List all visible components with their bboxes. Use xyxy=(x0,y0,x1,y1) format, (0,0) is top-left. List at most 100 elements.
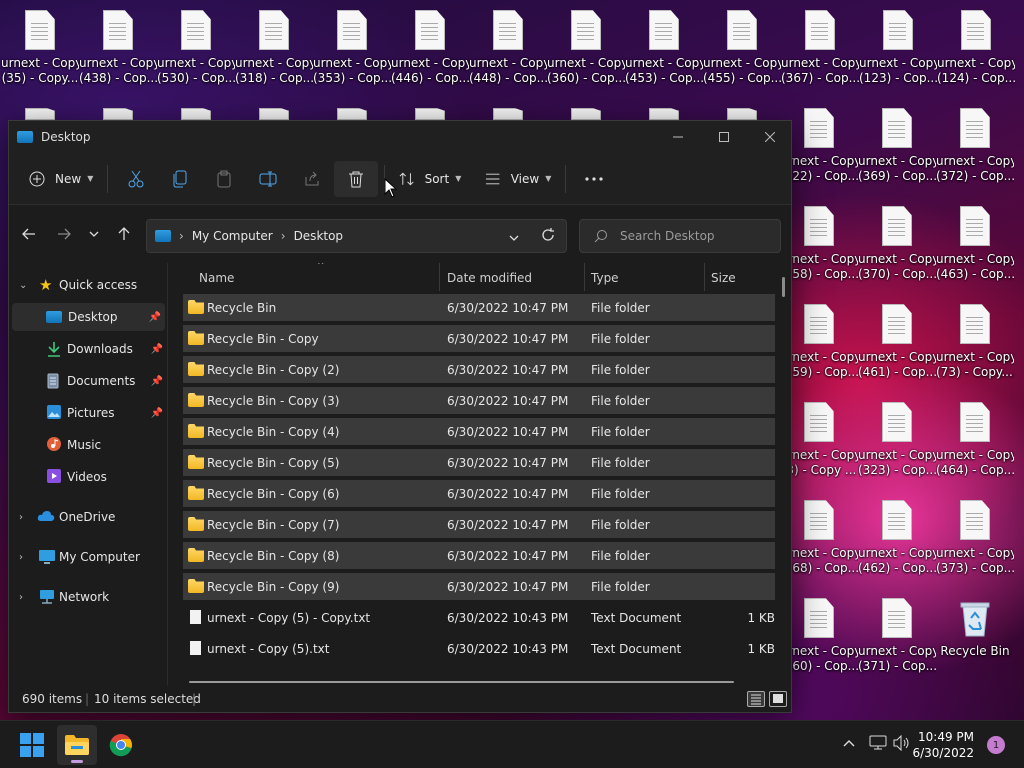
sidebar-item-music[interactable]: Music xyxy=(9,431,167,459)
desktop-icon-text-file[interactable]: urnext - Copy (448) - Cop... xyxy=(469,2,547,98)
chevron-right-icon[interactable]: › xyxy=(19,552,23,563)
pin-icon[interactable]: 📌 xyxy=(149,312,161,323)
sidebar-item-videos[interactable]: Videos xyxy=(9,463,167,491)
volume-icon[interactable] xyxy=(893,734,911,755)
pane-divider[interactable] xyxy=(167,263,168,685)
chevron-right-icon[interactable]: › xyxy=(19,592,23,603)
desktop-icon-text-file[interactable] xyxy=(313,100,391,120)
sort-button[interactable]: Sort ▼ xyxy=(391,161,469,197)
pin-icon[interactable]: 📌 xyxy=(151,376,163,387)
table-row[interactable]: Recycle Bin - Copy (8) 6/30/2022 10:47 PM… xyxy=(183,542,775,569)
sidebar-item-network[interactable]: › Network xyxy=(9,583,167,611)
breadcrumb-current[interactable]: Desktop xyxy=(294,229,344,243)
sidebar-item-quick-access[interactable]: ⌄ ★ Quick access xyxy=(9,271,167,299)
desktop-icon-text-file[interactable]: urnext - Copy (530) - Cop... xyxy=(157,2,235,98)
maximize-button[interactable] xyxy=(701,121,747,153)
copy-button[interactable] xyxy=(158,161,202,197)
details-view-button[interactable] xyxy=(747,691,765,707)
pin-icon[interactable]: 📌 xyxy=(151,344,163,355)
desktop-icon-text-file[interactable]: urnext - Copy (35) - Copy... xyxy=(1,2,79,98)
view-button[interactable]: View ▼ xyxy=(477,161,559,197)
search-input[interactable]: Search Desktop xyxy=(579,219,781,253)
desktop-icon-text-file[interactable] xyxy=(391,100,469,120)
table-row[interactable]: Recycle Bin - Copy (9) 6/30/2022 10:47 PM… xyxy=(183,573,775,600)
desktop-icon-text-file[interactable] xyxy=(547,100,625,120)
desktop-icon-text-file[interactable] xyxy=(625,100,703,120)
cut-button[interactable] xyxy=(114,161,158,197)
table-row[interactable]: Recycle Bin - Copy (3) 6/30/2022 10:47 PM… xyxy=(183,387,775,414)
table-row[interactable]: Recycle Bin - Copy (2) 6/30/2022 10:47 PM… xyxy=(183,356,775,383)
desktop-icon-text-file[interactable] xyxy=(469,100,547,120)
clock[interactable]: 10:49 PM 6/30/2022 xyxy=(912,729,974,761)
table-row[interactable]: urnext - Copy (5) - Copy.txt 6/30/2022 10… xyxy=(183,604,775,631)
sidebar-item-downloads[interactable]: Downloads 📌 xyxy=(9,335,167,363)
desktop-icon-text-file[interactable]: urnext - Copy (370) - Cop... xyxy=(858,198,936,294)
recent-locations-button[interactable] xyxy=(79,219,109,249)
desktop-icon-recycle-bin[interactable]: Recycle Bin xyxy=(936,592,1014,688)
table-row[interactable]: Recycle Bin 6/30/2022 10:47 PM File folder xyxy=(183,294,775,321)
column-header-size[interactable]: Size xyxy=(711,271,736,285)
table-row[interactable]: Recycle Bin - Copy (5) 6/30/2022 10:47 PM… xyxy=(183,449,775,476)
table-row[interactable]: urnext - Copy (5).txt 6/30/2022 10:43 PM T… xyxy=(183,635,775,662)
sidebar-item-onedrive[interactable]: › OneDrive xyxy=(9,503,167,531)
desktop-icon-text-file[interactable]: urnext - Copy (73) - Copy.... xyxy=(936,296,1014,392)
table-row[interactable]: Recycle Bin - Copy (4) 6/30/2022 10:47 PM… xyxy=(183,418,775,445)
taskbar-chrome[interactable] xyxy=(101,725,141,765)
minimize-button[interactable] xyxy=(655,121,701,153)
column-divider[interactable] xyxy=(704,263,705,291)
column-divider[interactable] xyxy=(584,263,585,291)
column-header-type[interactable]: Type xyxy=(591,271,619,285)
breadcrumb-root[interactable]: My Computer xyxy=(192,229,273,243)
sidebar-item-desktop[interactable]: Desktop 📌 xyxy=(12,303,165,331)
chevron-down-icon[interactable]: ⌄ xyxy=(19,280,27,291)
desktop-icon-text-file[interactable]: urnext - Copy (123) - Cop... xyxy=(859,2,937,98)
desktop-icon-text-file[interactable]: urnext - Copy (462) - Cop... xyxy=(858,492,936,588)
desktop-icon-text-file[interactable]: urnext - Copy (124) - Cop... xyxy=(937,2,1015,98)
new-button[interactable]: New ▼ xyxy=(21,161,101,197)
desktop-icon-text-file[interactable]: urnext - Copy (464) - Cop... xyxy=(936,394,1014,490)
network-status-icon[interactable] xyxy=(869,735,887,755)
share-button[interactable] xyxy=(290,161,334,197)
address-dropdown-icon[interactable] xyxy=(509,230,519,244)
delete-button[interactable] xyxy=(334,160,379,197)
sidebar-item-pictures[interactable]: Pictures 📌 xyxy=(9,399,167,427)
horizontal-scrollbar[interactable] xyxy=(189,681,734,683)
desktop-icon-text-file[interactable]: urnext - Copy (463) - Cop... xyxy=(936,198,1014,294)
desktop-icon-text-file[interactable] xyxy=(157,100,235,120)
sidebar-item-my-computer[interactable]: › My Computer xyxy=(9,543,167,571)
desktop-icon-text-file[interactable]: urnext - Copy (455) - Cop... xyxy=(703,2,781,98)
desktop-icon-text-file[interactable] xyxy=(235,100,313,120)
paste-button[interactable] xyxy=(202,161,246,197)
column-header-date[interactable]: Date modified xyxy=(447,271,532,285)
column-header-name[interactable]: Name xyxy=(199,271,234,285)
desktop-icon-text-file[interactable]: urnext - Copy (372) - Cop... xyxy=(936,100,1014,196)
notification-badge[interactable]: 1 xyxy=(987,736,1005,754)
desktop-icon-text-file[interactable]: urnext - Copy (323) - Cop... xyxy=(858,394,936,490)
pin-icon[interactable]: 📌 xyxy=(151,408,163,419)
show-hidden-icons-chevron-up-icon[interactable] xyxy=(843,735,855,751)
table-row[interactable]: Recycle Bin - Copy (7) 6/30/2022 10:47 PM… xyxy=(183,511,775,538)
desktop-icon-text-file[interactable] xyxy=(1,100,79,120)
large-icons-view-button[interactable] xyxy=(769,691,787,707)
desktop-icon-text-file[interactable]: urnext - Copy (453) - Cop... xyxy=(625,2,703,98)
title-bar[interactable]: Desktop xyxy=(9,121,791,153)
desktop-icon-text-file[interactable]: urnext - Copy (438) - Cop... xyxy=(79,2,157,98)
desktop-icon-text-file[interactable] xyxy=(79,100,157,120)
desktop-icon-text-file[interactable]: urnext - Copy (353) - Cop... xyxy=(313,2,391,98)
desktop-icon-text-file[interactable]: urnext - Copy (369) - Cop... xyxy=(858,100,936,196)
close-button[interactable] xyxy=(747,121,793,153)
desktop-icon-text-file[interactable]: urnext - Copy (371) - Cop... xyxy=(858,590,936,686)
table-row[interactable]: Recycle Bin - Copy (6) 6/30/2022 10:47 PM… xyxy=(183,480,775,507)
rename-button[interactable] xyxy=(246,161,290,197)
up-button[interactable] xyxy=(109,219,139,249)
address-bar[interactable]: › My Computer › Desktop xyxy=(146,219,567,253)
chevron-right-icon[interactable]: › xyxy=(19,512,23,523)
desktop-icon-text-file[interactable]: urnext - Copy (373) - Cop... xyxy=(936,492,1014,588)
table-row[interactable]: Recycle Bin - Copy 6/30/2022 10:47 PM File… xyxy=(183,325,775,352)
desktop-icon-text-file[interactable]: urnext - Copy (446) - Cop... xyxy=(391,2,469,98)
desktop-icon-text-file[interactable]: urnext - Copy (367) - Cop... xyxy=(781,2,859,98)
sidebar-item-documents[interactable]: Documents 📌 xyxy=(9,367,167,395)
forward-button[interactable] xyxy=(49,219,79,249)
desktop-icon-text-file[interactable]: urnext - Copy (461) - Cop... xyxy=(858,296,936,392)
column-divider[interactable] xyxy=(439,263,440,291)
